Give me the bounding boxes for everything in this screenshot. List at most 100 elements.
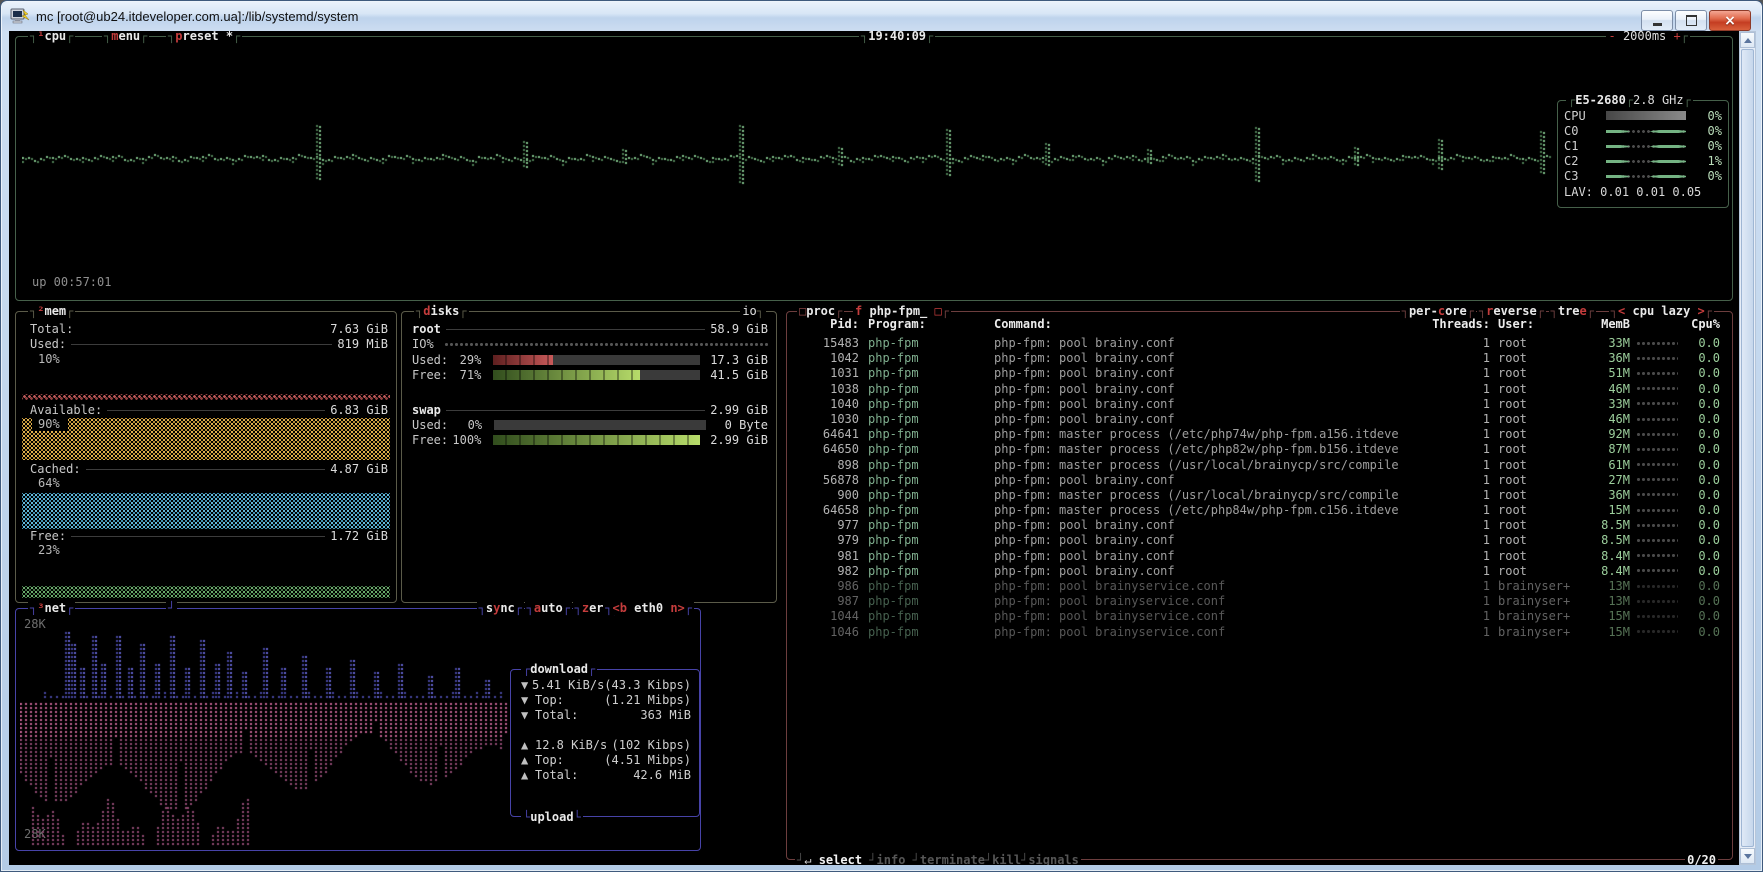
scroll-up-icon [1744,38,1752,43]
col-threads[interactable]: Threads: [1430,317,1490,332]
disks-box: ┐disks┌ io┐ root58.9 GiB IO% Used:29% 17… [401,311,777,603]
mem-box-title[interactable]: ┐²mem┌ [28,304,75,318]
sort-prev-button[interactable]: < [1618,304,1625,318]
sync-toggle[interactable]: ┐sync┌ [477,601,524,615]
mem-free-pct: 23% [38,543,60,557]
download-speed-row: ▼5.41 KiB/s(43.3 Kibps) [521,678,691,692]
upload-total-row: ▲Total:42.6 MiB [521,768,691,782]
download-title: ┌download┌ [521,662,597,676]
interval-plus-button[interactable]: + [1674,31,1681,43]
mem-used-row: Used:819 MiB [30,337,388,351]
io-toggle[interactable]: io┐ [740,304,766,318]
cpu-mini-graph [1636,432,1678,438]
proc-row[interactable]: 64658php-fpmphp-fpm: master process (/et… [795,503,1730,518]
close-button[interactable]: × [1709,10,1751,31]
interface-selector[interactable]: ┐<b eth0 n>┌ [603,601,694,615]
maximize-button[interactable] [1675,10,1707,31]
col-mem[interactable]: MemB [1584,317,1630,332]
core-usage-meter [1606,111,1686,120]
core-usage-meter [1606,143,1686,149]
proc-row[interactable]: 981php-fpmphp-fpm: pool brainy.conf1root… [795,549,1730,564]
disk-root-used-row: Used:29% 17.3 GiB [412,353,768,367]
col-cpu[interactable]: Cpu% [1684,317,1720,332]
sort-next-button[interactable]: > [1698,304,1705,318]
proc-row[interactable]: 987php-fpmphp-fpm: pool brainyservice.co… [795,594,1730,609]
scroll-up-button[interactable] [1740,32,1755,48]
kill-button[interactable]: kill [992,853,1021,865]
signals-button[interactable]: signals [1028,853,1079,865]
mem-available-row: Available:6.83 GiB [30,403,388,417]
proc-row[interactable]: 898php-fpmphp-fpm: master process (/usr/… [795,458,1730,473]
proc-row[interactable]: 15483php-fpmphp-fpm: pool brainy.conf1ro… [795,336,1730,351]
close-icon: × [1724,14,1736,28]
mem-tab-label: mem [44,304,66,318]
scroll-down-button[interactable] [1740,848,1755,864]
proc-row[interactable]: 979php-fpmphp-fpm: pool brainy.conf1root… [795,533,1730,548]
cpu-mini-graph [1636,508,1678,514]
download-top-row: ▼Top:(1.21 Mibps) [521,693,691,707]
proc-row[interactable]: 900php-fpmphp-fpm: master process (/usr/… [795,488,1730,503]
select-button[interactable]: select [819,853,862,865]
core-usage-meter [1606,173,1686,179]
menu-button[interactable]: ┐menu┌ [102,31,149,43]
next-interface-button[interactable]: n> [670,601,684,615]
minimize-button[interactable] [1641,10,1673,31]
proc-row[interactable]: 56878php-fpmphp-fpm: pool brainy.conf1ro… [795,473,1730,488]
net-box-title[interactable]: ┐³net┌ [28,601,75,615]
proc-row[interactable]: 1046php-fpmphp-fpm: pool brainyservice.c… [795,625,1730,640]
proc-row[interactable]: 64641php-fpmphp-fpm: master process (/et… [795,427,1730,442]
cpu-mini-graph [1636,553,1678,559]
app-window: mc [root@ub24.itdeveloper.com.ua]:/lib/s… [0,0,1763,872]
proc-box-title[interactable]: □proc┌ [797,304,844,318]
reverse-toggle[interactable]: ┐reverse┌ [1477,304,1546,318]
proc-row[interactable]: 986php-fpmphp-fpm: pool brainyservice.co… [795,579,1730,594]
prev-interface-button[interactable]: <b [612,601,626,615]
proc-row[interactable]: 1044php-fpmphp-fpm: pool brainyservice.c… [795,609,1730,624]
col-command[interactable]: Command: [994,317,1430,332]
cpu-freq: 2.8 GHz [1633,93,1684,107]
cpu-core-row: C21% [1558,153,1728,168]
mem-free-row: Free:1.72 GiB [30,529,388,543]
col-user[interactable]: User: [1498,317,1584,332]
proc-row[interactable]: 1038php-fpmphp-fpm: pool brainy.conf1roo… [795,382,1730,397]
proc-row[interactable]: 982php-fpmphp-fpm: pool brainy.conf1root… [795,564,1730,579]
interval-minus-button[interactable]: - [1608,31,1615,43]
disk-swap-used-row: Used:0% 0 Byte [412,418,768,432]
preset-button[interactable]: ┐preset *┌ [166,31,242,43]
titlebar[interactable]: mc [root@ub24.itdeveloper.com.ua]:/lib/s… [2,2,1761,31]
terminal-scrollbar[interactable] [1739,31,1756,865]
proc-row[interactable]: 1030php-fpmphp-fpm: pool brainy.conf1roo… [795,412,1730,427]
cpu-mini-graph [1636,462,1678,468]
enter-key-icon: ↵ [804,853,811,865]
col-pid[interactable]: Pid: [795,317,859,332]
uptime: up 00:57:01 [32,275,111,289]
cpu-mini-graph [1636,447,1678,453]
minimize-icon [1653,23,1662,26]
cpu-core-row: C00% [1558,123,1728,138]
proc-row[interactable]: 64650php-fpmphp-fpm: master process (/et… [795,442,1730,457]
core-usage-meter [1606,158,1686,164]
col-program[interactable]: Program: [868,317,994,332]
sort-label: cpu lazy [1633,304,1691,318]
down-arrow-icon: ▼ [521,708,535,722]
mem-cached-row: Cached:4.87 GiB [30,462,388,476]
tree-toggle[interactable]: ┐tree┌ [1549,304,1596,318]
proc-row[interactable]: 1042php-fpmphp-fpm: pool brainy.conf1roo… [795,351,1730,366]
per-core-toggle[interactable]: ┐per-core┌ [1400,304,1476,318]
cpu-box-title[interactable]: ┐¹cpu┌ [28,31,75,43]
terminate-button[interactable]: terminate [920,853,985,865]
cpu-mini-graph [1636,492,1678,498]
disk-swap-free-row: Free:100% 2.99 GiB [412,433,768,447]
proc-row[interactable]: 1031php-fpmphp-fpm: pool brainy.conf1roo… [795,366,1730,381]
filter-input[interactable]: f php-fpm_ □┌ [853,304,951,318]
interface-name: eth0 [634,601,663,615]
auto-toggle[interactable]: ┐auto┌ [525,601,572,615]
disks-box-title[interactable]: ┐disks┌ [414,304,469,318]
info-button[interactable]: info [877,853,906,865]
disk-swap-used-meter [494,420,706,430]
sort-selector[interactable]: ┐< cpu lazy >┌ [1609,304,1714,318]
proc-row[interactable]: 977php-fpmphp-fpm: pool brainy.conf1root… [795,518,1730,533]
cpu-mini-graph [1636,629,1678,635]
scrollbar-thumb[interactable] [1741,49,1754,847]
proc-row[interactable]: 1040php-fpmphp-fpm: pool brainy.conf1roo… [795,397,1730,412]
